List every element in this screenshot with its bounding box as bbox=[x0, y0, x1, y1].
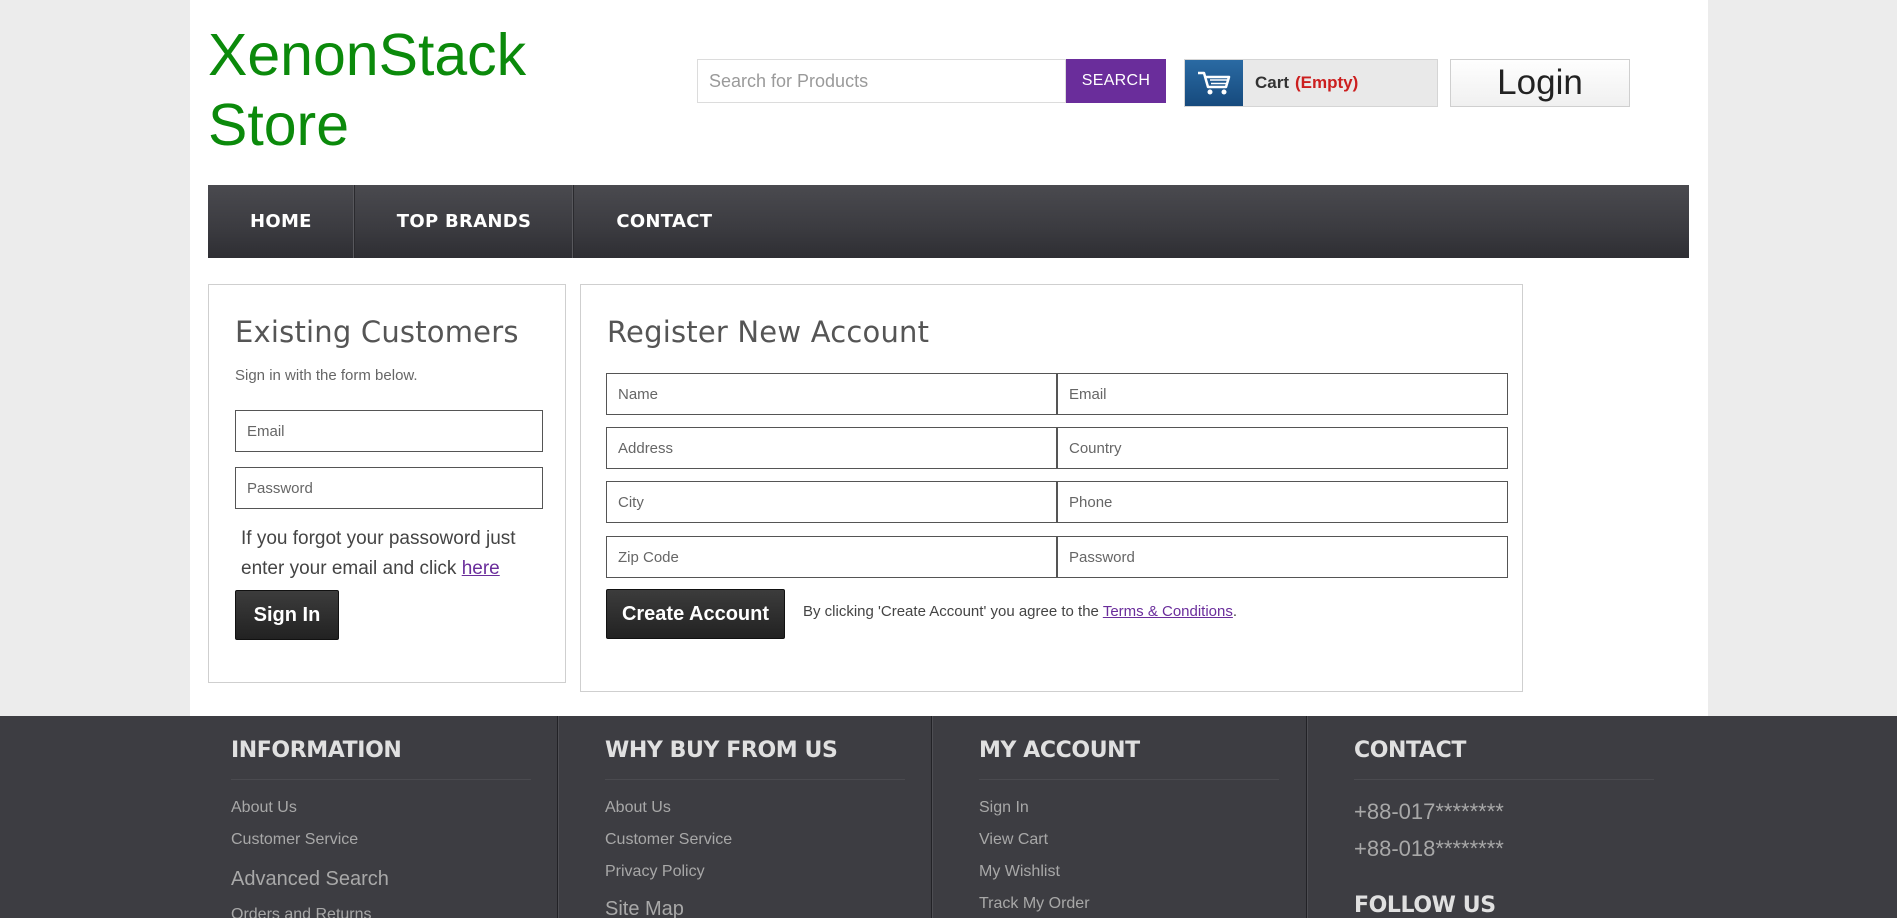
cart-icon bbox=[1185, 60, 1243, 106]
register-country-field[interactable] bbox=[1057, 427, 1508, 469]
footer-link-site-map[interactable]: Site Map bbox=[605, 898, 684, 918]
footer-heading-follow-us: FOLLOW US bbox=[1354, 893, 1496, 918]
register-address-field[interactable] bbox=[606, 427, 1057, 469]
footer-rule bbox=[979, 779, 1279, 780]
footer-rule bbox=[605, 779, 905, 780]
cart-status: (Empty) bbox=[1295, 73, 1359, 92]
search-bar: SEARCH bbox=[697, 59, 1166, 103]
register-city-field[interactable] bbox=[606, 481, 1057, 523]
nav-item-home[interactable]: HOME bbox=[208, 185, 355, 258]
login-password-field[interactable] bbox=[235, 467, 543, 509]
register-panel: Register New Account Create Account By c… bbox=[580, 284, 1523, 692]
main-nav: HOME TOP BRANDS CONTACT bbox=[208, 185, 1689, 258]
login-button[interactable]: Login bbox=[1450, 59, 1630, 107]
footer-heading-contact: CONTACT bbox=[1354, 738, 1466, 763]
footer-link-sign-in[interactable]: Sign In bbox=[979, 799, 1029, 817]
footer-divider bbox=[1306, 716, 1307, 918]
register-email-field[interactable] bbox=[1057, 373, 1508, 415]
footer-link-about-us[interactable]: About Us bbox=[231, 799, 297, 817]
footer-phone-2: +88-018******** bbox=[1354, 836, 1504, 861]
footer: INFORMATION About Us Customer Service Ad… bbox=[0, 716, 1897, 918]
footer-phone-1: +88-017******** bbox=[1354, 799, 1504, 824]
footer-divider bbox=[557, 716, 558, 918]
footer-heading-my-account: MY ACCOUNT bbox=[979, 738, 1140, 763]
footer-heading-information: INFORMATION bbox=[231, 738, 402, 763]
search-input[interactable] bbox=[697, 59, 1066, 103]
register-name-field[interactable] bbox=[606, 373, 1057, 415]
terms-prefix: By clicking 'Create Account' you agree t… bbox=[803, 603, 1099, 620]
create-account-button[interactable]: Create Account bbox=[606, 589, 785, 639]
footer-divider bbox=[931, 716, 932, 918]
footer-link-about-us-2[interactable]: About Us bbox=[605, 799, 671, 817]
existing-customers-subtitle: Sign in with the form below. bbox=[235, 367, 418, 384]
footer-link-track-order[interactable]: Track My Order bbox=[979, 895, 1090, 913]
cart-button[interactable]: Cart (Empty) bbox=[1184, 59, 1438, 107]
footer-rule bbox=[231, 779, 531, 780]
register-title: Register New Account bbox=[607, 315, 930, 349]
terms-suffix: . bbox=[1232, 603, 1238, 620]
nav-item-top-brands[interactable]: TOP BRANDS bbox=[355, 185, 575, 258]
logo-line-1: XenonStack bbox=[208, 22, 527, 88]
sign-in-button[interactable]: Sign In bbox=[235, 590, 339, 640]
forgot-password-link[interactable]: here bbox=[462, 558, 500, 579]
footer-link-customer-service[interactable]: Customer Service bbox=[231, 831, 358, 849]
footer-link-view-cart[interactable]: View Cart bbox=[979, 831, 1048, 849]
footer-link-orders-returns[interactable]: Orders and Returns bbox=[231, 906, 372, 918]
existing-customers-panel: Existing Customers Sign in with the form… bbox=[208, 284, 566, 683]
search-button[interactable]: SEARCH bbox=[1066, 59, 1166, 103]
forgot-password-text: If you forgot your passoword just enter … bbox=[241, 524, 541, 584]
existing-customers-title: Existing Customers bbox=[235, 315, 519, 349]
page-container: XenonStack Store SEARCH Cart (Empty) Log… bbox=[190, 0, 1708, 716]
register-phone-field[interactable] bbox=[1057, 481, 1508, 523]
terms-link[interactable]: Terms & Conditions bbox=[1103, 603, 1233, 620]
logo-line-2: Store bbox=[208, 92, 350, 158]
register-zip-field[interactable] bbox=[606, 536, 1057, 578]
store-logo[interactable]: XenonStack Store bbox=[208, 20, 628, 160]
nav-item-contact[interactable]: CONTACT bbox=[574, 185, 754, 258]
footer-link-customer-service-2[interactable]: Customer Service bbox=[605, 831, 732, 849]
login-email-field[interactable] bbox=[235, 410, 543, 452]
terms-text: By clicking 'Create Account' you agree t… bbox=[803, 603, 1237, 620]
footer-rule bbox=[1354, 779, 1654, 780]
footer-link-privacy-policy[interactable]: Privacy Policy bbox=[605, 863, 705, 881]
footer-link-advanced-search[interactable]: Advanced Search bbox=[231, 868, 389, 891]
footer-link-my-wishlist[interactable]: My Wishlist bbox=[979, 863, 1060, 881]
register-password-field[interactable] bbox=[1057, 536, 1508, 578]
footer-heading-why-buy: WHY BUY FROM US bbox=[605, 738, 838, 763]
cart-label: Cart bbox=[1255, 73, 1290, 92]
